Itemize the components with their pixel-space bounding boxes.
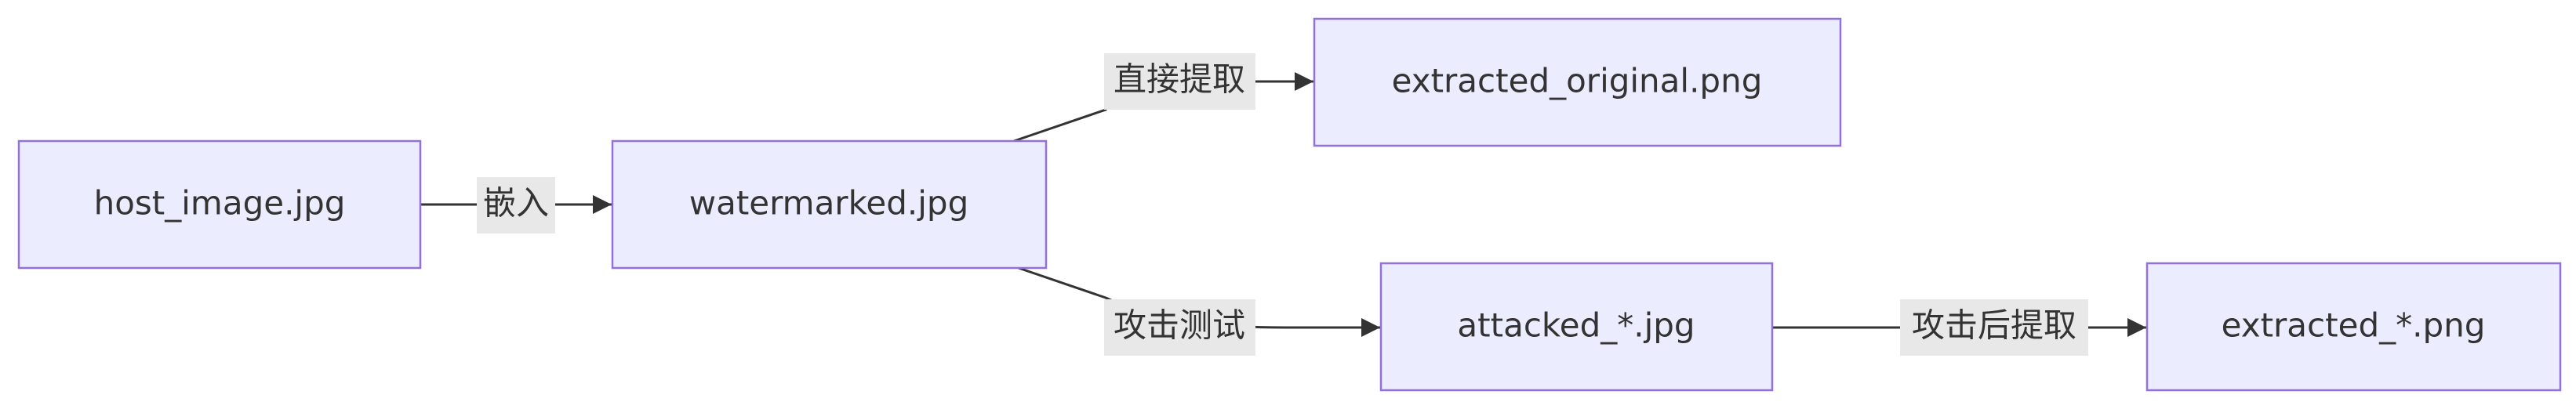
node-attacked: attacked_*.jpg: [1379, 262, 1774, 392]
edge-extract-after-attack-label: 攻击后提取: [1900, 299, 2088, 356]
node-attacked-label: attacked_*.jpg: [1457, 306, 1695, 345]
edge-direct-extract-label-text: 直接提取: [1114, 60, 1245, 99]
edge-direct-extract-label: 直接提取: [1104, 53, 1255, 110]
flowchart: 嵌入 直接提取 攻击测试 攻击后提取 host_image.jpg waterm…: [17, 17, 2562, 392]
node-extracted-attacked: extracted_*.png: [2145, 262, 2562, 392]
edge-extract-after-attack-label-text: 攻击后提取: [1912, 306, 2076, 345]
edge-embed: 嵌入: [420, 177, 612, 233]
node-host-image: host_image.jpg: [17, 139, 422, 270]
node-watermarked-label: watermarked.jpg: [689, 184, 969, 223]
node-watermarked: watermarked.jpg: [611, 139, 1048, 270]
edge-embed-label: 嵌入: [477, 177, 555, 233]
node-extracted-attacked-label: extracted_*.png: [2222, 306, 2486, 345]
edge-attack-test-label: 攻击测试: [1104, 299, 1255, 356]
node-extracted-original-label: extracted_original.png: [1392, 62, 1763, 100]
edge-embed-label-text: 嵌入: [483, 184, 549, 223]
node-host-image-label: host_image.jpg: [94, 184, 346, 223]
edge-attack-test-label-text: 攻击测试: [1114, 306, 1245, 345]
edge-extract-after-attack: 攻击后提取: [1772, 299, 2146, 356]
node-extracted-original: extracted_original.png: [1313, 17, 1842, 147]
edge-attack-test: 攻击测试: [1013, 265, 1380, 356]
edge-direct-extract: 直接提取: [1013, 53, 1313, 143]
